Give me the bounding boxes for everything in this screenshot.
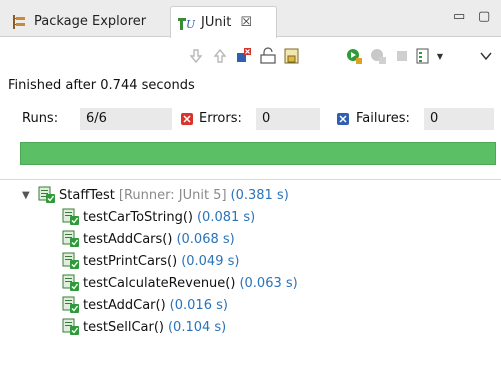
previous-failure-icon[interactable] (210, 46, 230, 66)
test-passed-icon (62, 296, 79, 313)
package-explorer-icon (10, 13, 28, 31)
tree-test-row[interactable]: testAddCar() (0.016 s) (62, 294, 228, 316)
test-name: testAddCars() (83, 231, 173, 247)
failure-icon (337, 113, 349, 125)
test-passed-icon (62, 252, 79, 269)
show-skipped-icon[interactable] (282, 46, 302, 66)
tab-package-explorer[interactable]: Package Explorer (6, 6, 170, 37)
test-name: testPrintCars() (83, 253, 178, 269)
scroll-lock-icon[interactable] (258, 46, 278, 66)
status-message: Finished after 0.744 seconds (8, 78, 195, 93)
expand-arrow-icon[interactable]: ▼ (22, 190, 34, 201)
tab-label: JUnit (201, 15, 232, 30)
test-time: (0.063 s) (239, 275, 298, 291)
test-time: (0.104 s) (167, 319, 227, 335)
maximize-icon[interactable]: ▢ (478, 9, 490, 24)
rerun-icon[interactable] (344, 46, 364, 66)
error-icon (181, 113, 193, 125)
failures-label: Failures: (356, 111, 410, 126)
tab-label: Package Explorer (34, 14, 147, 29)
tree-test-row[interactable]: testPrintCars() (0.049 s) (62, 250, 239, 272)
test-passed-icon (62, 208, 79, 225)
suite-time: (0.381 s) (230, 187, 289, 203)
test-time: (0.049 s) (181, 253, 240, 269)
runs-value: 6/6 (80, 108, 172, 130)
view-tab-bar: Package Explorer U JUnit ☒ ▭ ▢ (0, 0, 501, 38)
test-time: (0.068 s) (176, 231, 235, 247)
test-passed-icon (62, 318, 79, 335)
errors-value: 0 (256, 108, 320, 130)
stop-icon[interactable] (392, 46, 412, 66)
test-suite-icon (38, 186, 55, 203)
next-failure-icon[interactable] (186, 46, 206, 66)
show-failures-only-icon[interactable] (234, 46, 254, 66)
close-tab-icon[interactable]: ☒ (240, 15, 252, 30)
chevron-down-icon[interactable]: ▼ (430, 46, 450, 66)
test-passed-icon (62, 274, 79, 291)
tree-suite-row[interactable]: ▼ StaffTest [Runner: JUnit 5] (0.381 s) (22, 184, 289, 206)
junit-toolbar: ▼ (0, 46, 501, 72)
progress-bar (20, 142, 496, 165)
failures-value: 0 (424, 108, 494, 130)
divider (0, 179, 501, 180)
tree-test-row[interactable]: testSellCar() (0.104 s) (62, 316, 226, 338)
junit-icon: U (177, 14, 195, 32)
tree-test-row[interactable]: testCalculateRevenue() (0.063 s) (62, 272, 298, 294)
test-name: testAddCar() (83, 297, 166, 313)
test-passed-icon (62, 230, 79, 247)
tab-junit[interactable]: U JUnit ☒ (170, 6, 277, 38)
svg-text:U: U (186, 18, 195, 31)
tree-test-row[interactable]: testAddCars() (0.068 s) (62, 228, 235, 250)
test-name: testCarToString() (83, 209, 193, 225)
test-name: testCalculateRevenue() (83, 275, 236, 291)
rerun-failed-first-icon[interactable] (368, 46, 388, 66)
view-menu-icon[interactable] (476, 46, 496, 66)
runs-label: Runs: (22, 111, 59, 126)
minimize-icon[interactable]: ▭ (453, 9, 465, 24)
suite-name: StaffTest (59, 187, 115, 203)
test-time: (0.016 s) (169, 297, 228, 313)
test-name: testSellCar() (83, 319, 164, 335)
suite-runner: [Runner: JUnit 5] (118, 187, 227, 203)
errors-label: Errors: (199, 111, 242, 126)
test-time: (0.081 s) (196, 209, 256, 225)
tree-test-row[interactable]: testCarToString() (0.081 s) (62, 206, 255, 228)
counter-panel: Runs: 6/6 Errors: 0 Failures: 0 (0, 108, 501, 130)
